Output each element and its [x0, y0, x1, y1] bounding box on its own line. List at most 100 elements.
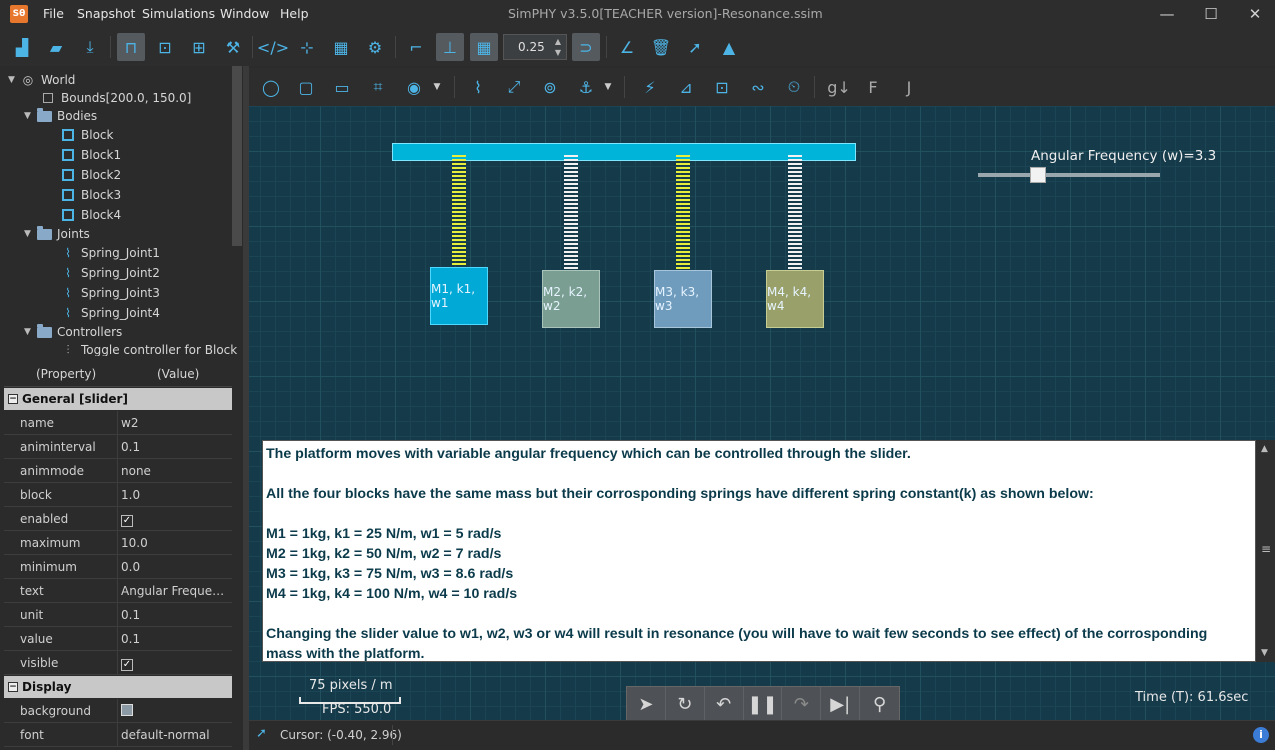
tree-item-joints[interactable]: ▼ Joints	[24, 224, 90, 244]
align-icon[interactable]: ⊞	[185, 33, 213, 61]
prop-row-value[interactable]: value 0.1	[4, 627, 232, 651]
download-icon[interactable]: ⤓	[76, 33, 104, 61]
prop-row-animmode[interactable]: animmode none	[4, 459, 232, 483]
joint-tool-icon[interactable]: ⊓	[117, 33, 145, 61]
prop-row-visible[interactable]: visible ✓	[4, 651, 232, 675]
chevron-down-icon[interactable]: ▼	[428, 73, 446, 101]
prop-value[interactable]: ✓	[121, 512, 231, 527]
prop-value[interactable]: default-normal	[121, 728, 231, 742]
code-icon[interactable]: </>	[257, 33, 289, 61]
help-cursor-icon[interactable]: ➚	[681, 33, 709, 61]
step-forward-icon[interactable]: ▶|	[821, 687, 861, 721]
enabled-checkbox[interactable]: ✓	[121, 515, 133, 527]
scroll-up-icon[interactable]: ▲	[1261, 444, 1268, 454]
tree-item-toggle-controller[interactable]: ⫶ Toggle controller for Block	[60, 340, 237, 357]
prop-row-maximum[interactable]: maximum 10.0	[4, 531, 232, 555]
zoom-icon[interactable]: ⚲	[860, 687, 899, 721]
tree-item-block3[interactable]: Block3	[60, 185, 121, 205]
menu-help[interactable]: Help	[280, 6, 309, 21]
frequency-slider-thumb[interactable]	[1030, 167, 1047, 183]
tree-item-spring-joint3[interactable]: ⌇ Spring_Joint3	[60, 283, 160, 303]
prop-value[interactable]: 0.1	[121, 608, 231, 622]
open-icon[interactable]: ▰	[42, 33, 70, 61]
prop-value[interactable]: 1.0	[121, 488, 231, 502]
polygon-tool-icon[interactable]: ⌗	[364, 73, 392, 101]
prop-row-text[interactable]: text Angular Frequenc...	[4, 579, 232, 603]
circle-tool-icon[interactable]: ◯	[257, 73, 285, 101]
prop-row-unit[interactable]: unit 0.1	[4, 603, 232, 627]
prop-value[interactable]: 10.0	[121, 536, 231, 550]
spring-joint-2[interactable]	[564, 155, 578, 270]
impulse-icon[interactable]: J	[895, 73, 923, 101]
tree-item-controllers[interactable]: ▼ Controllers	[24, 322, 122, 342]
maximize-icon[interactable]: ☐	[1201, 4, 1221, 24]
prop-row-block[interactable]: block 1.0	[4, 483, 232, 507]
spring-joint-3[interactable]	[676, 155, 690, 270]
description-textbox[interactable]: The platform moves with variable angular…	[262, 440, 1256, 662]
menu-simulations[interactable]: Simulations	[142, 6, 215, 21]
hinge-tool-icon[interactable]: ⚓	[572, 73, 600, 101]
force-icon[interactable]: F	[859, 73, 887, 101]
timer-tool-icon[interactable]: ⏲	[780, 73, 808, 101]
prop-value[interactable]: ✓	[121, 656, 231, 671]
sliders-icon[interactable]: ⊹	[293, 33, 321, 61]
collapse-icon[interactable]: −	[8, 394, 18, 404]
redo-icon[interactable]: ↷	[782, 687, 822, 721]
prop-value[interactable]: 0.1	[121, 632, 231, 646]
close-icon[interactable]: ✕	[1245, 4, 1265, 24]
new-icon[interactable]: ▟	[8, 33, 36, 61]
table-icon[interactable]: ▦	[327, 33, 355, 61]
chain-tool-icon[interactable]: ▭	[328, 73, 356, 101]
prop-row-animinterval[interactable]: animinterval 0.1	[4, 435, 232, 459]
prop-value[interactable]: w2	[121, 416, 231, 430]
camera-tool-icon[interactable]: ⊡	[708, 73, 736, 101]
graph-tool-icon[interactable]: ⊿	[672, 73, 700, 101]
rect-tool-icon[interactable]: ▢	[292, 73, 320, 101]
tree-item-block[interactable]: Block	[60, 125, 113, 145]
pause-icon[interactable]: ❚❚	[744, 687, 783, 721]
scroll-grip-icon[interactable]: ≡	[1261, 542, 1271, 556]
background-color-swatch[interactable]	[121, 704, 133, 716]
menu-window[interactable]: Window	[220, 6, 269, 21]
spring-joint-4[interactable]	[788, 155, 802, 270]
tree-item-bounds[interactable]: Bounds[200.0, 150.0]	[40, 88, 191, 108]
gravity-icon[interactable]: g↓	[825, 73, 853, 101]
tree-item-spring-joint1[interactable]: ⌇ Spring_Joint1	[60, 243, 160, 263]
magnet-icon[interactable]: ⊃	[572, 33, 600, 61]
block-m3[interactable]: M3, k3, w3	[654, 270, 712, 328]
angle-icon[interactable]: ∠	[613, 33, 641, 61]
chevron-down-icon[interactable]: ▼	[24, 229, 36, 239]
tree-item-block4[interactable]: Block4	[60, 205, 121, 225]
general-section[interactable]: − General [slider]	[4, 388, 232, 410]
visible-checkbox[interactable]: ✓	[121, 659, 133, 671]
grid-icon[interactable]: ▦	[470, 33, 498, 61]
zoom-value[interactable]: 0.25	[518, 40, 545, 54]
tree-item-spring-joint2[interactable]: ⌇ Spring_Joint2	[60, 263, 160, 283]
prop-row-name[interactable]: name w2	[4, 411, 232, 435]
prop-value[interactable]: 0.1	[121, 440, 231, 454]
spinner-arrows-icon[interactable]: ▲ ▼	[552, 36, 564, 58]
prop-row-background[interactable]: background	[4, 699, 232, 723]
tree-item-bodies[interactable]: ▼ Bodies	[24, 106, 97, 126]
prop-row-enabled[interactable]: enabled ✓	[4, 507, 232, 531]
block-m4[interactable]: M4, k4, w4	[766, 270, 824, 328]
wrench-icon[interactable]: ⚒	[219, 33, 247, 61]
target-tool-icon[interactable]: ◉	[400, 73, 428, 101]
reset-icon[interactable]: ↻	[666, 687, 705, 721]
chevron-down-icon[interactable]: ▼	[24, 327, 36, 337]
block-m2[interactable]: M2, k2, w2	[542, 270, 600, 328]
motor-tool-icon[interactable]: ⚡	[636, 73, 664, 101]
path-tool-icon[interactable]: ∾	[744, 73, 772, 101]
prop-row-minimum[interactable]: minimum 0.0	[4, 555, 232, 579]
tree-item-block2[interactable]: Block2	[60, 165, 121, 185]
tree-item-world[interactable]: ▼ ◎ World	[8, 70, 75, 90]
chart-icon[interactable]: ▲	[715, 33, 743, 61]
tree-scrollbar[interactable]	[232, 66, 242, 246]
chevron-down-icon[interactable]: ▼	[599, 73, 617, 101]
gear-icon[interactable]: ⚙	[361, 33, 389, 61]
spring-tool-icon[interactable]: ⌇	[464, 73, 492, 101]
menu-snapshot[interactable]: Snapshot	[77, 6, 135, 21]
tree-item-spring-joint4[interactable]: ⌇ Spring_Joint4	[60, 303, 160, 323]
ruler-icon[interactable]: ⌐	[402, 33, 430, 61]
scroll-down-icon[interactable]: ▼	[1261, 648, 1268, 658]
